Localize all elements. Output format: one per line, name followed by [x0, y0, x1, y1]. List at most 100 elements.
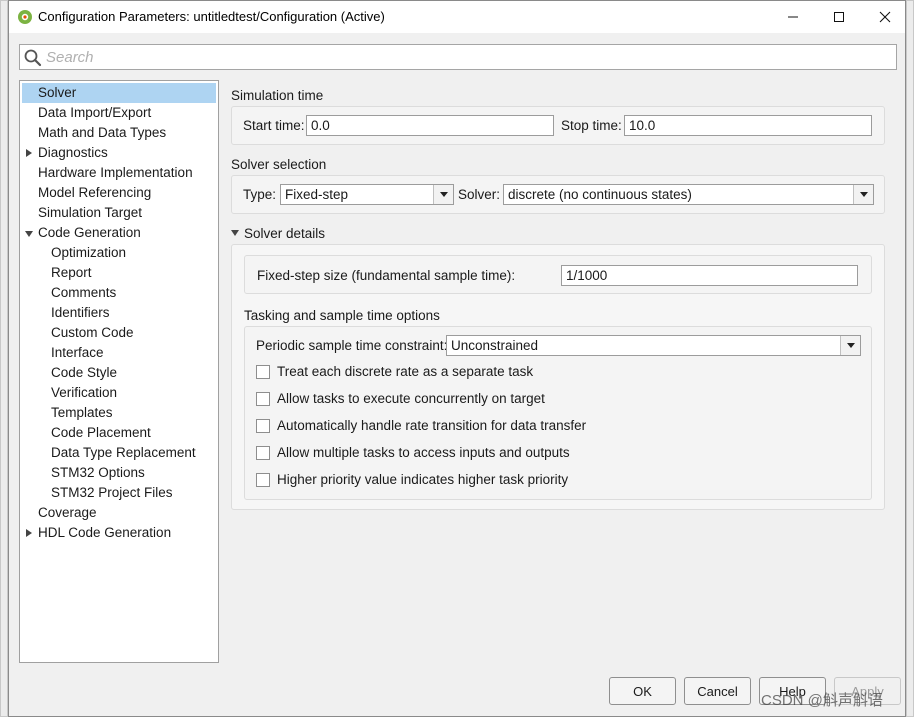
- fixed-step-size-label: Fixed-step size (fundamental sample time…: [257, 268, 516, 283]
- minimize-icon: [788, 16, 798, 17]
- checkbox[interactable]: [256, 392, 270, 406]
- tree-item-label: Templates: [51, 405, 113, 420]
- tree-item-templates[interactable]: Templates: [20, 403, 218, 423]
- solver-details-toggle[interactable]: Solver details: [231, 225, 431, 243]
- stop-time-label: Stop time:: [561, 118, 622, 133]
- checkbox[interactable]: [256, 419, 270, 433]
- collapse-arrow-icon[interactable]: [26, 149, 32, 157]
- maximize-icon: [834, 11, 844, 22]
- tree-item-interface[interactable]: Interface: [20, 343, 218, 363]
- tree-item-label: Data Type Replacement: [51, 445, 196, 460]
- tree-item-label: Hardware Implementation: [38, 165, 193, 180]
- checkbox-label: Allow tasks to execute concurrently on t…: [277, 391, 545, 406]
- tree-item-simulation-target[interactable]: Simulation Target: [20, 203, 218, 223]
- tree-item-math-and-data-types[interactable]: Math and Data Types: [20, 123, 218, 143]
- tree-item-code-generation[interactable]: Code Generation: [20, 223, 218, 243]
- tree-item-label: Report: [51, 265, 92, 280]
- tree-item-comments[interactable]: Comments: [20, 283, 218, 303]
- checkbox-label: Higher priority value indicates higher t…: [277, 472, 569, 487]
- tree-item-custom-code[interactable]: Custom Code: [20, 323, 218, 343]
- tree-item-label: STM32 Options: [51, 465, 145, 480]
- solver-details-title: Solver details: [244, 226, 326, 241]
- background-app-right-strip: [906, 0, 914, 717]
- tree-item-label: Coverage: [38, 505, 97, 520]
- tasking-checkbox-row[interactable]: Treat each discrete rate as a separate t…: [256, 364, 856, 382]
- ok-button[interactable]: OK: [609, 677, 676, 705]
- tree-item-label: Code Placement: [51, 425, 151, 440]
- periodic-constraint-dropdown[interactable]: Unconstrained: [446, 335, 861, 356]
- tree-item-verification[interactable]: Verification: [20, 383, 218, 403]
- tasking-checkbox-row[interactable]: Allow tasks to execute concurrently on t…: [256, 391, 856, 409]
- tree-item-hdl-code-generation[interactable]: HDL Code Generation: [20, 523, 218, 543]
- stop-time-input[interactable]: [624, 115, 872, 136]
- tree-item-data-import-export[interactable]: Data Import/Export: [20, 103, 218, 123]
- checkbox-label: Allow multiple tasks to access inputs an…: [277, 445, 570, 460]
- checkbox[interactable]: [256, 365, 270, 379]
- csdn-watermark: CSDN @斛声斛语: [761, 692, 883, 709]
- tree-item-identifiers[interactable]: Identifiers: [20, 303, 218, 323]
- tree-item-stm32-project-files[interactable]: STM32 Project Files: [20, 483, 218, 503]
- tree-item-label: Custom Code: [51, 325, 134, 340]
- periodic-constraint-value: Unconstrained: [451, 338, 539, 353]
- periodic-constraint-label: Periodic sample time constraint:: [256, 338, 448, 353]
- tree-item-label: Identifiers: [51, 305, 110, 320]
- tree-item-label: Math and Data Types: [38, 125, 167, 140]
- tree-item-label: Data Import/Export: [38, 105, 152, 120]
- tree-item-solver[interactable]: Solver: [22, 83, 216, 103]
- close-button[interactable]: [862, 1, 905, 32]
- tree-item-report[interactable]: Report: [20, 263, 218, 283]
- fixed-step-size-input[interactable]: [561, 265, 858, 286]
- tree-item-code-style[interactable]: Code Style: [20, 363, 218, 383]
- tree-item-label: Simulation Target: [38, 205, 143, 220]
- window-title: Configuration Parameters: untitledtest/C…: [38, 9, 385, 24]
- tree-item-optimization[interactable]: Optimization: [20, 243, 218, 263]
- tree-item-label: Interface: [51, 345, 104, 360]
- search-icon: [24, 49, 42, 67]
- tree-item-label: Solver: [38, 85, 77, 100]
- tree-item-model-referencing[interactable]: Model Referencing: [20, 183, 218, 203]
- title-bar[interactable]: Configuration Parameters: untitledtest/C…: [9, 1, 905, 33]
- tasking-checkbox-row[interactable]: Automatically handle rate transition for…: [256, 418, 856, 436]
- minimize-button[interactable]: [770, 1, 816, 32]
- collapse-arrow-icon[interactable]: [26, 529, 32, 537]
- tree-item-hardware-implementation[interactable]: Hardware Implementation: [20, 163, 218, 183]
- matlab-app-icon: [18, 10, 32, 24]
- tree-item-stm32-options[interactable]: STM32 Options: [20, 463, 218, 483]
- solver-type-value: Fixed-step: [285, 187, 349, 202]
- tree-item-label: STM32 Project Files: [51, 485, 173, 500]
- checkbox-label: Automatically handle rate transition for…: [277, 418, 587, 433]
- chevron-down-icon: [433, 185, 453, 204]
- search-box[interactable]: [19, 44, 897, 70]
- tree-item-data-type-replacement[interactable]: Data Type Replacement: [20, 443, 218, 463]
- tree-item-label: Verification: [51, 385, 118, 400]
- tree-item-label: Model Referencing: [38, 185, 152, 200]
- solver-type-label: Type:: [243, 187, 277, 202]
- expand-arrow-icon[interactable]: [25, 231, 33, 237]
- maximize-button[interactable]: [816, 1, 862, 32]
- category-tree[interactable]: Solver Data Import/Export Math and Data Ty…: [19, 80, 219, 663]
- checkbox[interactable]: [256, 473, 270, 487]
- configuration-dialog: Configuration Parameters: untitledtest/C…: [8, 0, 906, 717]
- checkbox-label: Treat each discrete rate as a separate t…: [277, 364, 534, 379]
- tree-item-diagnostics[interactable]: Diagnostics: [20, 143, 218, 163]
- checkbox[interactable]: [256, 446, 270, 460]
- tasking-checkbox-row[interactable]: Higher priority value indicates higher t…: [256, 472, 856, 490]
- tree-item-label: Optimization: [51, 245, 127, 260]
- solver-dropdown[interactable]: discrete (no continuous states): [503, 184, 874, 205]
- collapse-arrow-icon: [231, 230, 239, 236]
- solver-label: Solver:: [458, 187, 501, 202]
- search-input[interactable]: [46, 46, 891, 68]
- solver-selection-title: Solver selection: [231, 157, 327, 172]
- tasking-checkbox-row[interactable]: Allow multiple tasks to access inputs an…: [256, 445, 856, 463]
- tree-item-label: Diagnostics: [38, 145, 108, 160]
- chevron-down-icon: [840, 336, 860, 355]
- start-time-input[interactable]: [306, 115, 554, 136]
- background-app-left-strip: [0, 0, 8, 717]
- tree-item-label: HDL Code Generation: [38, 525, 172, 540]
- tree-item-code-placement[interactable]: Code Placement: [20, 423, 218, 443]
- solver-type-dropdown[interactable]: Fixed-step: [280, 184, 454, 205]
- tree-item-coverage[interactable]: Coverage: [20, 503, 218, 523]
- cancel-button[interactable]: Cancel: [684, 677, 751, 705]
- start-time-label: Start time:: [243, 118, 305, 133]
- chevron-down-icon: [853, 185, 873, 204]
